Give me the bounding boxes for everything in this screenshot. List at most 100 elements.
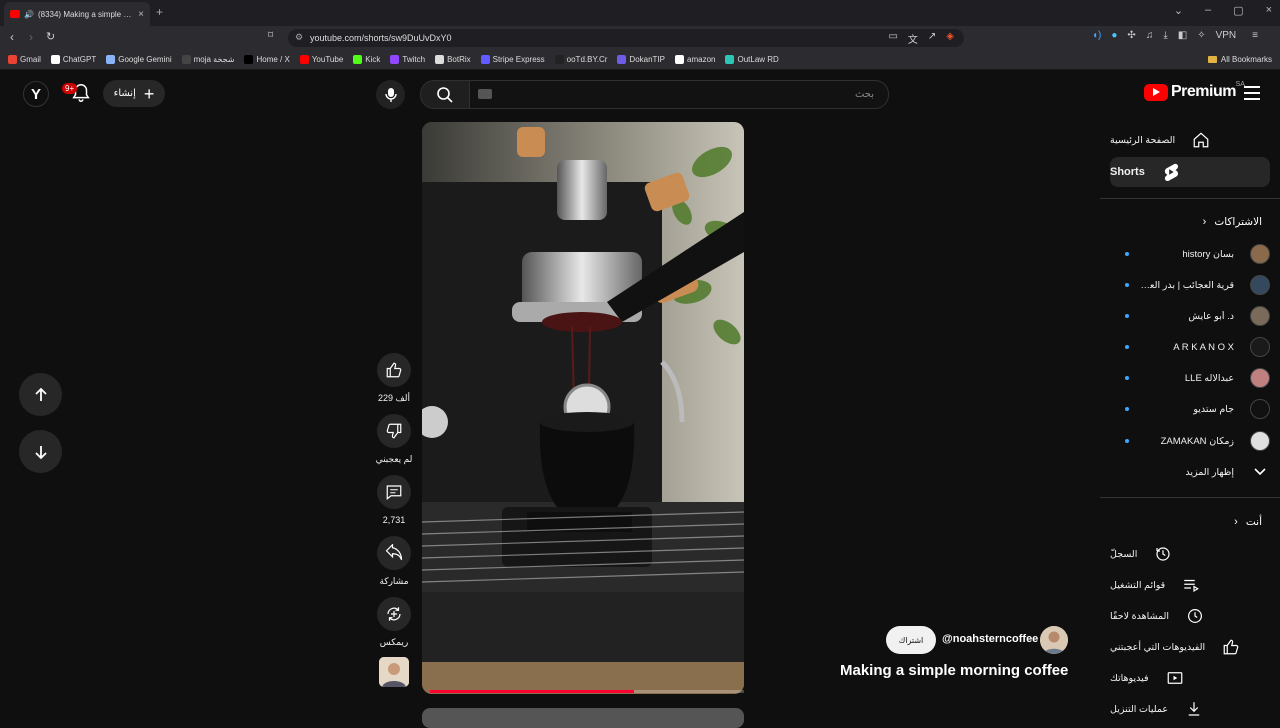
audio-extension-icon[interactable]: ◖) — [1092, 30, 1101, 41]
create-button[interactable]: إنشاء + — [103, 80, 165, 107]
sidebar-you-item[interactable]: قوائم التشغيل — [1110, 570, 1270, 600]
cast-icon[interactable]: ▭ — [888, 31, 897, 46]
search-icon — [437, 86, 453, 103]
next-short-button[interactable] — [19, 430, 62, 473]
bookmark-favicon-icon — [353, 55, 363, 64]
remix-button[interactable] — [377, 597, 411, 631]
bookmark-item[interactable]: OutLaw RD — [725, 55, 779, 64]
all-bookmarks-button[interactable]: All Bookmarks — [1207, 55, 1272, 64]
subscribe-button[interactable]: اشتراك — [886, 626, 936, 654]
bookmark-item[interactable]: Home / X — [244, 55, 290, 64]
bookmark-item[interactable]: Kick — [353, 55, 380, 64]
music-icon[interactable]: ♫ — [1146, 30, 1154, 41]
new-content-dot — [1125, 439, 1129, 443]
tab-search-icon[interactable]: ⌄ — [1174, 4, 1183, 17]
vpn-button[interactable]: VPN — [1216, 30, 1237, 41]
share-page-icon[interactable]: ↗ — [928, 31, 936, 46]
search-button[interactable] — [420, 80, 470, 109]
sidebar-you-item[interactable]: فيديوهاتك — [1110, 663, 1270, 693]
bookmark-item[interactable]: ChatGPT — [50, 55, 96, 64]
reload-icon[interactable]: ↻ — [46, 30, 55, 43]
channel-avatar — [1250, 431, 1270, 451]
sidebar-subscription-item[interactable]: جام ستديو — [1120, 398, 1270, 420]
close-window-button[interactable]: × — [1266, 4, 1272, 17]
youtube-premium-logo[interactable]: Premium SA — [1144, 81, 1245, 101]
sidebar-you-item[interactable]: السجلّ — [1110, 539, 1270, 569]
sidebar-you-label: فيديوهاتك — [1110, 672, 1149, 684]
sidebar-subscription-item[interactable]: قرية العجائب | بدر العلماء — [1120, 274, 1270, 296]
you-header[interactable]: › أنت — [1234, 516, 1262, 528]
channel-avatar — [1250, 275, 1270, 295]
brave-shield-icon[interactable]: ◈ — [946, 31, 954, 46]
leo-icon[interactable]: ✧ — [1197, 30, 1205, 41]
shorts-video-player[interactable] — [422, 122, 744, 694]
bookmark-item[interactable]: BotRix — [435, 55, 471, 64]
sidebar-item-home[interactable]: الصفحة الرئيسية — [1110, 125, 1270, 155]
sound-source-thumbnail[interactable] — [379, 657, 409, 687]
share-button[interactable] — [377, 536, 411, 570]
account-avatar[interactable]: Y — [23, 81, 49, 107]
sidebar-you-item[interactable]: الفيديوهات التي أعجبتني — [1110, 632, 1270, 662]
sidebar-item-shorts[interactable]: Shorts — [1110, 157, 1270, 187]
comments-button[interactable] — [377, 475, 411, 509]
channel-handle[interactable]: @noahsterncoffee — [942, 633, 1038, 645]
bookmark-item[interactable]: Gmail — [8, 55, 41, 64]
bookmark-item[interactable]: Stripe Express — [480, 55, 545, 64]
sidebar-you-item[interactable]: المشاهدة لاحقًا — [1110, 601, 1270, 631]
bookmark-item[interactable]: moja شجخة — [181, 55, 234, 64]
bookmark-label: YouTube — [311, 55, 344, 64]
subscriptions-label: الاشتراكات — [1214, 216, 1262, 228]
channel-avatar[interactable] — [1040, 626, 1068, 654]
close-tab-icon[interactable]: × — [138, 9, 144, 20]
bookmark-item[interactable]: amazon — [675, 55, 715, 64]
sidebar-subscription-item[interactable]: زمكان ZAMAKAN — [1120, 430, 1270, 452]
site-info-icon[interactable]: ⚙ — [295, 32, 303, 43]
keyboard-icon[interactable] — [478, 89, 492, 99]
back-icon[interactable]: ‹ — [10, 30, 14, 44]
new-tab-button[interactable]: + — [156, 5, 163, 19]
like-button[interactable] — [377, 353, 411, 387]
video-progress-fill — [430, 690, 635, 693]
extension-blue-icon[interactable]: ● — [1111, 30, 1117, 41]
video-progress-bar[interactable] — [430, 690, 744, 693]
next-short-preview[interactable] — [422, 708, 744, 728]
bookmark-favicon-icon — [106, 55, 116, 64]
bookmark-item[interactable]: ooTd.BY.Cr — [554, 55, 607, 64]
translate-icon[interactable]: 文 — [908, 31, 918, 46]
previous-short-button[interactable] — [19, 373, 62, 416]
bookmark-item[interactable]: DokanTIP — [617, 55, 665, 64]
chevron-right-icon: › — [1202, 216, 1207, 228]
download-icon[interactable]: ⤓ — [1163, 30, 1167, 41]
show-more-button[interactable]: إظهار المزيد — [1120, 461, 1270, 483]
voice-search-button[interactable] — [376, 80, 405, 109]
browser-tab-active[interactable]: 🔊 (8334) Making a simple mo × — [4, 2, 150, 26]
dislike-button[interactable] — [377, 414, 411, 448]
sidebar-subscription-item[interactable]: بسان history — [1120, 243, 1270, 265]
sidebar-subscription-item[interactable]: د. أبو عايش — [1120, 305, 1270, 327]
sidebar-toggle-icon[interactable]: ◧ — [1178, 30, 1187, 41]
shorts-icon — [1161, 162, 1181, 182]
search-input[interactable]: بحث — [469, 80, 889, 109]
maximize-button[interactable]: ▢ — [1233, 4, 1243, 17]
sidebar-subscription-item[interactable]: عبدالاله LLE — [1120, 367, 1270, 389]
channel-avatar — [1250, 244, 1270, 264]
sidebar-subscription-item[interactable]: A R K A N O X — [1120, 336, 1270, 358]
remix-icon — [387, 607, 401, 621]
address-bar[interactable]: ⚙ youtube.com/shorts/sw9DuUvDxY0 ▭ 文 ↗ ◈ — [288, 29, 964, 47]
playlists-icon — [1181, 575, 1201, 595]
bookmark-item[interactable]: YouTube — [299, 55, 344, 64]
bookmark-item[interactable]: Google Gemini — [106, 55, 172, 64]
bookmark-page-icon[interactable]: ⌑ — [268, 30, 273, 41]
subscriptions-header[interactable]: › الاشتراكات — [1203, 216, 1262, 228]
your-videos-icon — [1165, 668, 1185, 688]
speaker-icon: 🔊 — [24, 9, 34, 19]
bookmark-item[interactable]: Twitch — [390, 55, 425, 64]
menu-icon[interactable]: ≡ — [1252, 30, 1258, 41]
youtube-favicon-icon — [10, 10, 20, 18]
video-title[interactable]: Making a simple morning coffee — [840, 662, 1068, 679]
minimize-button[interactable]: – — [1205, 4, 1211, 17]
extensions-puzzle-icon[interactable]: ✣ — [1127, 30, 1135, 41]
guide-menu-icon[interactable] — [1244, 86, 1260, 100]
tab-title: (8334) Making a simple mo — [37, 9, 135, 19]
forward-icon[interactable]: › — [29, 30, 33, 44]
